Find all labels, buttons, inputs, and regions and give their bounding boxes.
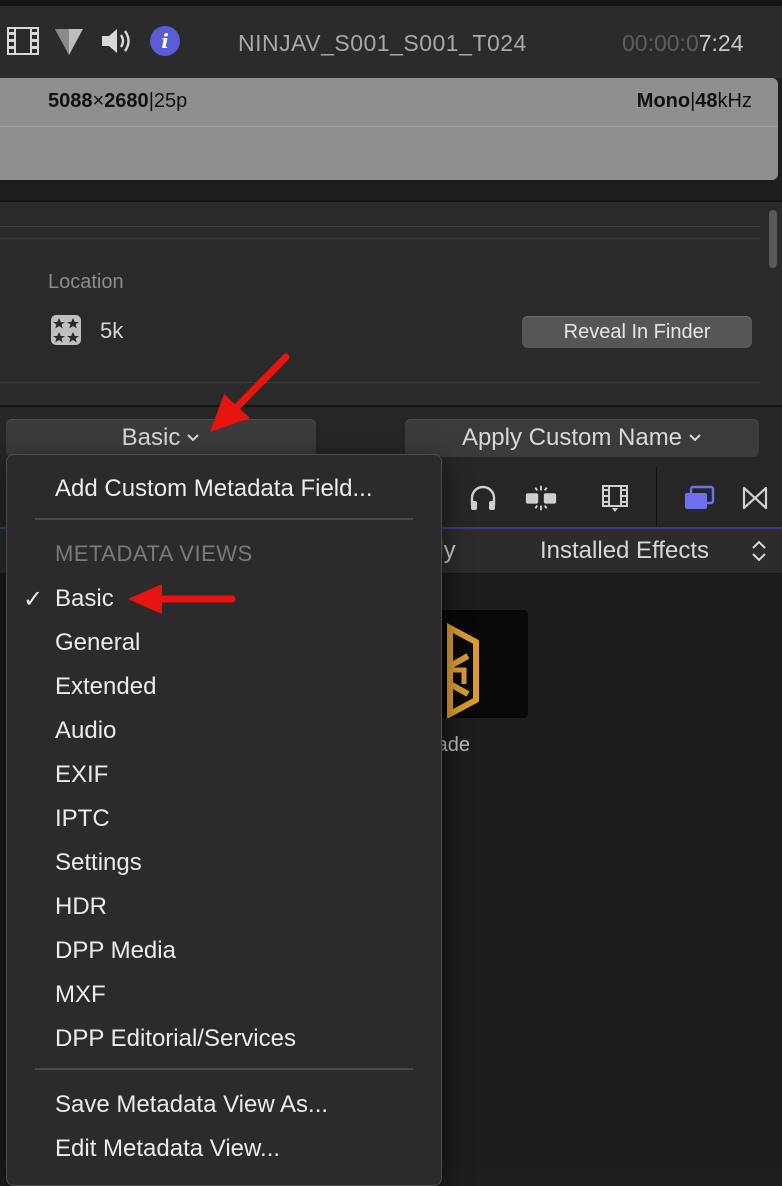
menu-section-header: METADATA VIEWS [55, 541, 253, 566]
headphones-icon[interactable] [466, 481, 500, 515]
menu-item-mxf[interactable]: MXF [55, 981, 106, 1009]
toolbar-separator [656, 467, 657, 527]
format-divider [0, 126, 778, 127]
divider [0, 226, 760, 227]
updown-chevron-icon[interactable] [750, 538, 768, 564]
transitions-browser-icon[interactable] [738, 481, 772, 515]
menu-item-exif[interactable]: EXIF [55, 761, 108, 789]
timecode: 00:00:07:24 [622, 30, 744, 56]
menu-item-hdr[interactable]: HDR [55, 893, 107, 921]
menu-item-extended[interactable]: Extended [55, 673, 156, 701]
menu-item-save-view[interactable]: Save Metadata View As... [55, 1091, 328, 1119]
menu-item-iptc[interactable]: IPTC [55, 805, 110, 833]
reveal-in-finder-button[interactable]: Reveal In Finder [522, 316, 752, 348]
divider [0, 238, 760, 239]
apply-custom-name-dropdown[interactable]: Apply Custom Name [405, 419, 759, 457]
volume-icon[interactable] [100, 24, 134, 58]
menu-item-dpp-media[interactable]: DPP Media [55, 937, 176, 965]
info-panel: Location 5k Reveal In Finder [0, 200, 782, 407]
audio-info: Mono|48kHz [636, 90, 752, 112]
installed-effects-select[interactable]: Installed Effects [540, 537, 709, 565]
inspector-scrollbar[interactable] [769, 210, 777, 268]
color-board-icon[interactable] [52, 24, 86, 58]
metadata-view-menu: Add Custom Metadata Field... METADATA VI… [6, 454, 442, 1186]
library-icon [50, 314, 82, 346]
inspector-toolbar: i NINJAV_S001_S001_T024 00:00:07:24 [0, 0, 782, 78]
film-icon[interactable] [6, 24, 40, 58]
menu-item-general[interactable]: General [55, 629, 140, 657]
divider [0, 382, 760, 383]
menu-item-edit-view[interactable]: Edit Metadata View... [55, 1135, 280, 1163]
location-label: Location [48, 271, 124, 293]
library-name: 5k [100, 318, 124, 343]
menu-item-basic[interactable]: Basic [55, 585, 114, 613]
metadata-view-dropdown[interactable]: Basic [6, 419, 316, 457]
format-bar: 5088×2680|25p Mono|48kHz [0, 78, 778, 180]
menu-item-settings[interactable]: Settings [55, 849, 142, 877]
chevron-down-icon [689, 434, 701, 442]
transitions-icon[interactable] [524, 481, 558, 515]
clip-name: NINJAV_S001_S001_T024 [238, 30, 527, 56]
checkmark-icon: ✓ [23, 586, 44, 613]
svg-text:i: i [161, 29, 169, 53]
menu-item-audio[interactable]: Audio [55, 717, 116, 745]
resolution-info: 5088×2680|25p [48, 90, 188, 112]
menu-item-add-custom-field[interactable]: Add Custom Metadata Field... [55, 475, 372, 503]
browser-window-icon[interactable] [682, 481, 716, 515]
menu-item-dpp-editorial[interactable]: DPP Editorial/Services [55, 1025, 296, 1053]
menu-separator [35, 1068, 413, 1070]
menu-separator [35, 518, 413, 520]
chevron-down-icon [187, 434, 200, 442]
info-icon[interactable]: i [148, 24, 182, 58]
generators-icon[interactable] [598, 481, 632, 515]
